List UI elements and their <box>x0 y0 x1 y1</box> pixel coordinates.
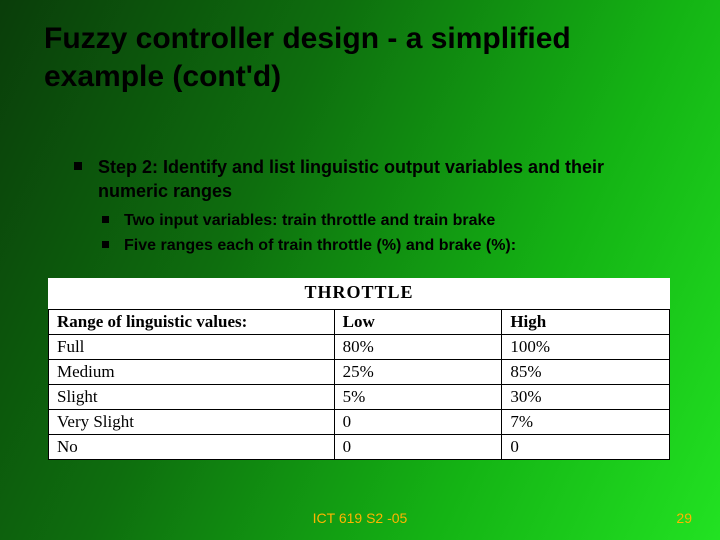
table-row: Full 80% 100% <box>49 335 670 360</box>
bullet-sub-ranges: Five ranges each of train throttle (%) a… <box>60 235 670 257</box>
cell-range: Very Slight <box>49 410 335 435</box>
cell-low: 0 <box>334 410 502 435</box>
cell-low: 25% <box>334 360 502 385</box>
table-row: Slight 5% 30% <box>49 385 670 410</box>
table-row: Very Slight 0 7% <box>49 410 670 435</box>
cell-high: 30% <box>502 385 670 410</box>
cell-low: 80% <box>334 335 502 360</box>
cell-range: Full <box>49 335 335 360</box>
cell-low: 0 <box>334 435 502 460</box>
table-header-row: Range of linguistic values: Low High <box>49 310 670 335</box>
cell-low: 5% <box>334 385 502 410</box>
col-header-low: Low <box>334 310 502 335</box>
cell-range: Medium <box>49 360 335 385</box>
bullet-sub-inputs: Two input variables: train throttle and … <box>60 210 670 232</box>
cell-high: 100% <box>502 335 670 360</box>
col-header-range: Range of linguistic values: <box>49 310 335 335</box>
throttle-table: Range of linguistic values: Low High Ful… <box>48 309 670 460</box>
table-row: No 0 0 <box>49 435 670 460</box>
col-header-high: High <box>502 310 670 335</box>
slide-body: Step 2: Identify and list linguistic out… <box>60 155 670 257</box>
footer-page-number: 29 <box>676 510 692 526</box>
table-row: Medium 25% 85% <box>49 360 670 385</box>
footer-course: ICT 619 S2 -05 <box>0 510 720 526</box>
bullet-step2: Step 2: Identify and list linguistic out… <box>60 155 670 204</box>
table-caption: THROTTLE <box>48 278 670 309</box>
slide-title: Fuzzy controller design - a simplified e… <box>44 20 676 95</box>
cell-range: No <box>49 435 335 460</box>
throttle-table-wrap: THROTTLE Range of linguistic values: Low… <box>48 278 670 460</box>
cell-high: 85% <box>502 360 670 385</box>
cell-range: Slight <box>49 385 335 410</box>
cell-high: 7% <box>502 410 670 435</box>
cell-high: 0 <box>502 435 670 460</box>
